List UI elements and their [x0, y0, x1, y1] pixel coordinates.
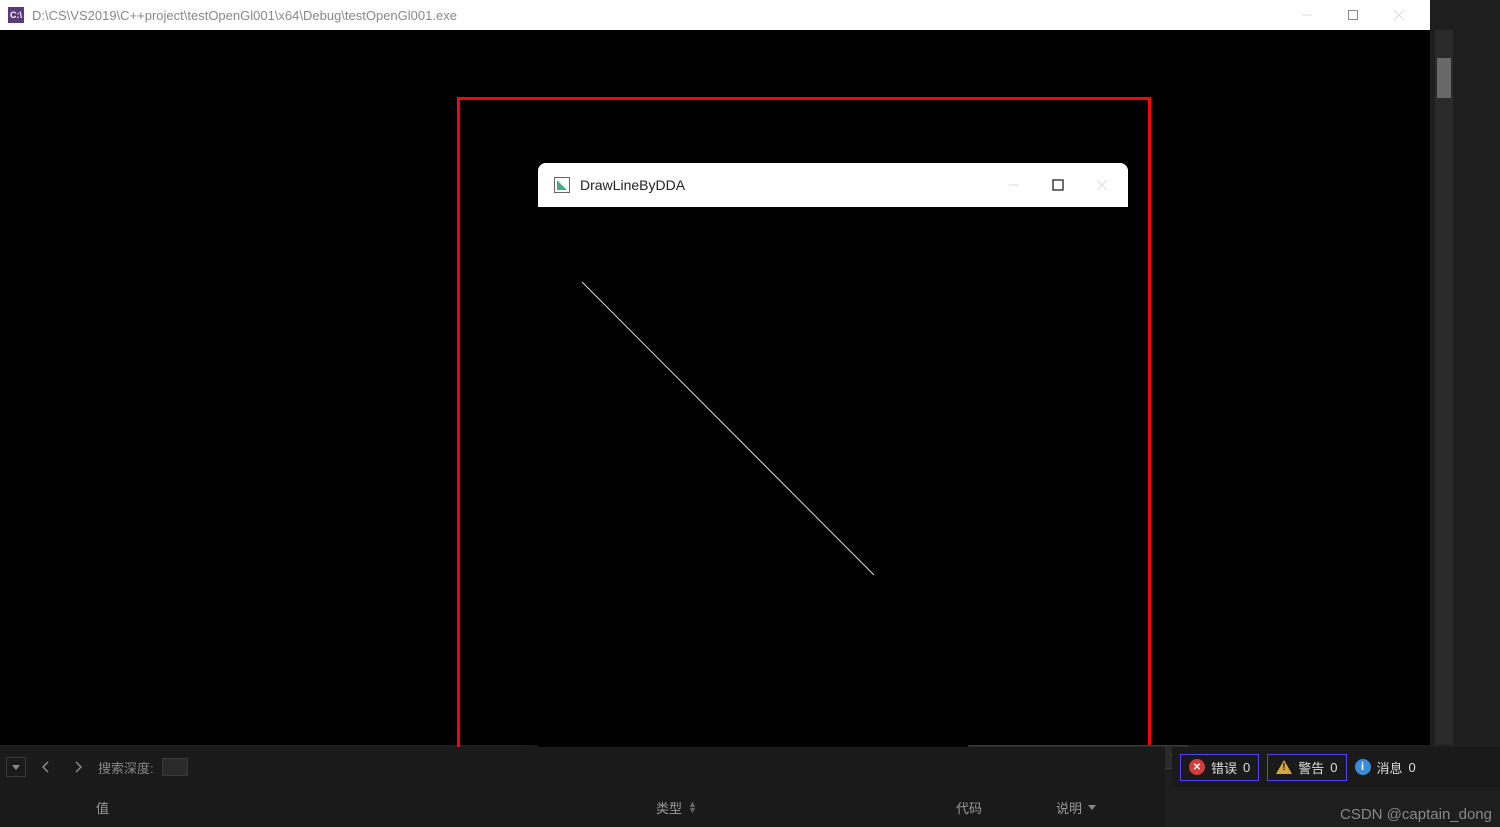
console-titlebar[interactable]: C:\ D:\CS\VS2019\C++project\testOpenGl00… — [0, 0, 1430, 30]
warnings-filter-button[interactable]: 警告 0 — [1267, 754, 1346, 781]
minimize-icon — [1007, 178, 1021, 192]
error-list-filters: ✕ 错误 0 警告 0 i 消息 0 — [1172, 747, 1500, 787]
scrollbar-thumb[interactable] — [1437, 58, 1451, 98]
glut-app-icon — [554, 177, 570, 193]
column-header-code[interactable]: 代码 — [956, 798, 1056, 817]
column-header-description[interactable]: 说明 — [1056, 798, 1156, 817]
glut-window-controls — [1004, 175, 1112, 195]
errors-filter-button[interactable]: ✕ 错误 0 — [1180, 754, 1259, 781]
maximize-icon — [1347, 9, 1359, 21]
console-title: D:\CS\VS2019\C++project\testOpenGl001\x6… — [32, 8, 1276, 23]
arrow-left-icon — [38, 759, 54, 775]
search-nav-bar: 搜索深度: — [0, 747, 1165, 787]
errors-label: 错误 — [1211, 758, 1237, 777]
chevron-down-icon — [1088, 803, 1096, 811]
glut-close-button[interactable] — [1092, 175, 1112, 195]
maximize-button[interactable] — [1330, 0, 1376, 30]
glut-titlebar[interactable]: DrawLineByDDA — [538, 163, 1128, 207]
sort-icon: ▲▼ — [688, 801, 697, 813]
glut-window: DrawLineByDDA — [538, 163, 1128, 798]
messages-count: 0 — [1409, 760, 1416, 775]
maximize-icon — [1051, 178, 1065, 192]
nav-options-dropdown[interactable] — [6, 757, 26, 777]
errors-count: 0 — [1243, 760, 1250, 775]
minimize-button[interactable] — [1284, 0, 1330, 30]
search-depth-select[interactable] — [162, 758, 188, 776]
minimize-icon — [1301, 9, 1313, 21]
glut-render-area — [538, 207, 1128, 798]
close-icon — [1095, 178, 1109, 192]
glut-title: DrawLineByDDA — [580, 177, 994, 193]
column-header-type[interactable]: 类型 ▲▼ — [656, 798, 956, 817]
nav-back-button[interactable] — [34, 755, 58, 779]
close-button[interactable] — [1376, 0, 1422, 30]
results-table-header: 值 类型 ▲▼ 代码 说明 — [0, 787, 1165, 827]
info-icon: i — [1355, 759, 1371, 775]
column-label: 说明 — [1056, 798, 1082, 817]
warnings-count: 0 — [1330, 760, 1337, 775]
console-app-icon: C:\ — [8, 7, 24, 23]
glut-maximize-button[interactable] — [1048, 175, 1068, 195]
search-depth-label: 搜索深度: — [98, 758, 154, 777]
console-window-controls — [1284, 0, 1422, 30]
warning-icon — [1276, 760, 1292, 774]
watermark-text: CSDN @captain_dong — [1340, 806, 1492, 823]
console-body: DrawLineByDDA — [0, 30, 1430, 745]
nav-forward-button[interactable] — [66, 755, 90, 779]
ide-scrollbar[interactable] — [1435, 30, 1453, 745]
glut-minimize-button[interactable] — [1004, 175, 1024, 195]
warnings-label: 警告 — [1298, 758, 1324, 777]
chevron-down-icon — [12, 763, 20, 771]
messages-label: 消息 — [1377, 758, 1403, 777]
arrow-right-icon — [70, 759, 86, 775]
console-window: C:\ D:\CS\VS2019\C++project\testOpenGl00… — [0, 0, 1430, 745]
error-icon: ✕ — [1189, 759, 1205, 775]
messages-filter-button[interactable]: i 消息 0 — [1355, 758, 1416, 777]
dda-line-rendering — [538, 207, 1128, 798]
column-label: 类型 — [656, 798, 682, 817]
close-icon — [1393, 9, 1405, 21]
column-header-value[interactable]: 值 — [96, 798, 656, 817]
